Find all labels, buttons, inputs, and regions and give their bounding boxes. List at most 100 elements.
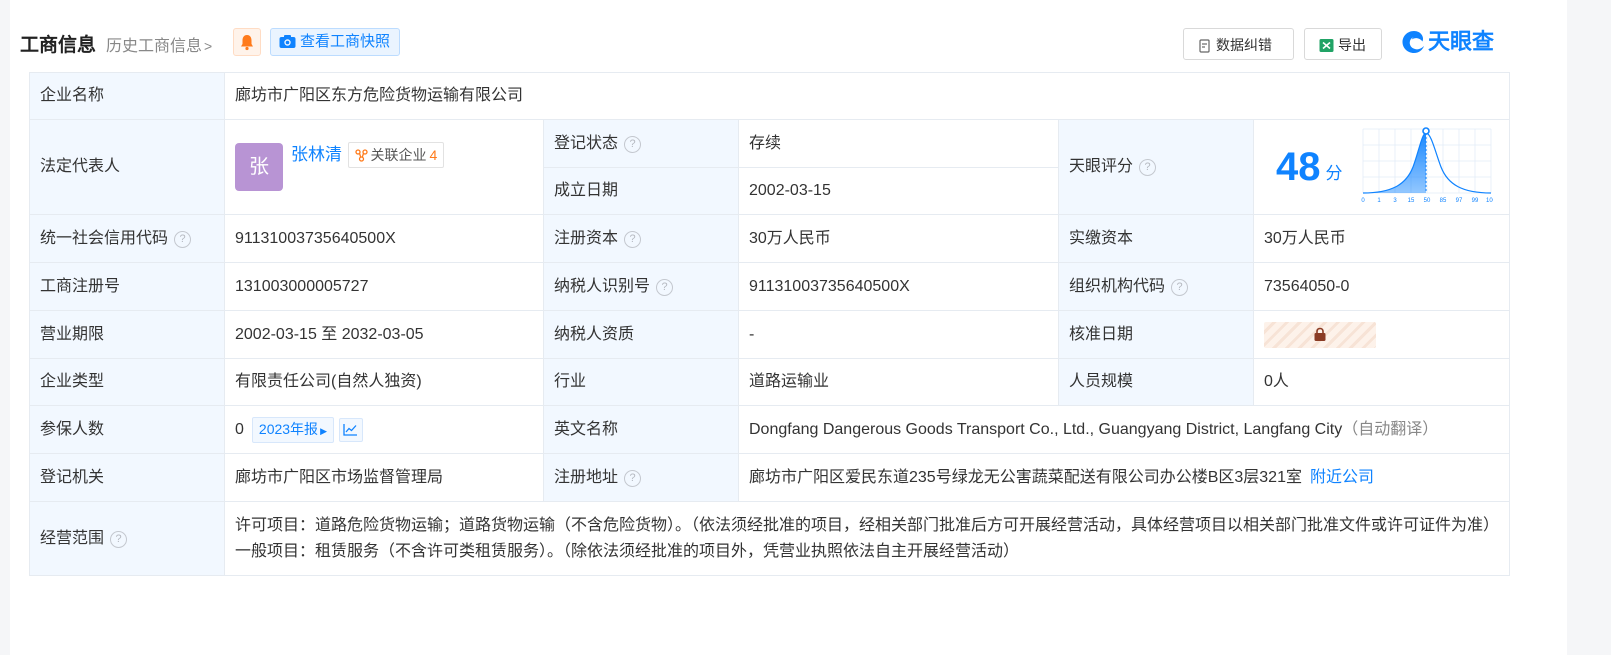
trend-chart-icon (343, 423, 358, 436)
question-circle-icon[interactable]: ? (174, 230, 192, 248)
question-circle-icon[interactable]: ? (1171, 278, 1189, 296)
score-tick-label: 85 (1440, 198, 1447, 204)
export-button[interactable]: 导出 (1304, 28, 1382, 60)
lock-icon (1314, 327, 1326, 341)
table-row: 企业类型 有限责任公司(自然人独资) 行业 道路运输业 人员规模 0人 (29, 358, 1511, 406)
reg-status-label: 登记状态? (543, 119, 739, 168)
auto-translate-note: （自动翻译） (1342, 420, 1439, 438)
question-circle-icon[interactable]: ? (1139, 159, 1157, 176)
score-fill-area (1362, 133, 1426, 193)
score-cell[interactable]: 48 分 0 1 3 15 50 85 97 99 10 (1252, 119, 1511, 215)
est-date-label: 成立日期 (543, 167, 739, 215)
insured-cell: 0 2023年报 ▶ (224, 405, 544, 454)
related-companies-tag[interactable]: 关联企业 4 (348, 142, 445, 168)
history-link[interactable]: 历史工商信息 > (106, 32, 212, 56)
trend-chart-button[interactable] (338, 417, 363, 442)
insured-value: 0 (235, 420, 244, 438)
address-value: 廊坊市广阳区爱民东道235号绿龙无公害蔬菜配送有限公司办公楼B区3层321室 (749, 468, 1302, 486)
industry-label: 行业 (543, 358, 739, 406)
score-tick-label: 99 (1472, 198, 1479, 204)
address-label: 注册地址? (543, 453, 739, 502)
taxpayer-id-value: 91131003735640500X (738, 262, 1059, 311)
score-distribution-chart: 0 1 3 15 50 85 97 99 100 (1361, 127, 1497, 204)
table-row: 营业期限 2002-03-15 至 2032-03-05 纳税人资质 - 核准日… (29, 310, 1511, 359)
section-header: 工商信息 历史工商信息 > 查看工商快照 数据纠错 导出 天眼查 (20, 26, 1550, 60)
score-tick-label: 100 (1486, 198, 1493, 204)
org-code-label: 组织机构代码? (1058, 262, 1254, 311)
table-row: 统一社会信用代码? 91131003735640500X 注册资本? 30万人民… (29, 214, 1511, 263)
eye-logo-icon (1402, 31, 1424, 53)
export-label: 导出 (1338, 37, 1366, 53)
caret-right-icon: ▶ (320, 425, 327, 436)
score-label: 天眼评分? (1058, 119, 1254, 215)
legal-rep-label: 法定代表人 (29, 119, 225, 215)
legal-rep-name-link[interactable]: 张林清 (291, 145, 342, 164)
paid-capital-value: 30万人民币 (1252, 214, 1511, 263)
table-row: 登记机关 廊坊市广阳区市场监督管理局 注册地址? 廊坊市广阳区爱民东道235号绿… (29, 453, 1511, 502)
reg-no-value: 131003000005727 (224, 262, 544, 311)
score-tick-label: 1 (1377, 198, 1381, 204)
type-label: 企业类型 (29, 358, 225, 406)
question-circle-icon[interactable]: ? (624, 135, 642, 153)
year-report-button[interactable]: 2023年报 ▶ (251, 416, 334, 443)
approve-date-value[interactable] (1252, 310, 1511, 359)
question-circle-icon[interactable]: ? (624, 230, 642, 248)
avatar[interactable]: 张 (235, 143, 283, 191)
industry-value: 道路运输业 (738, 358, 1059, 406)
reg-status-value: 存续 (738, 119, 1059, 168)
table-row: 法定代表人 张张林清 关联企业 4 登记状态? 存续 天眼评分? 48 分 0 … (29, 119, 1511, 215)
data-correction-label: 数据纠错 (1216, 37, 1272, 53)
est-date-value: 2002-03-15 (738, 167, 1059, 215)
snapshot-button[interactable]: 查看工商快照 (270, 28, 401, 56)
section-title: 工商信息 (20, 35, 97, 56)
table-row: 工商注册号 131003000005727 纳税人识别号? 9113100373… (29, 262, 1511, 311)
table-row: 企业名称 廊坊市广阳区东方危险货物运输有限公司 (29, 72, 1511, 120)
score-tick-label: 0 (1361, 198, 1365, 204)
address-cell: 廊坊市广阳区爱民东道235号绿龙无公害蔬菜配送有限公司办公楼B区3层321室 附近… (737, 453, 1511, 502)
approve-date-label: 核准日期 (1058, 310, 1254, 359)
credit-code-value: 91131003735640500X (224, 214, 544, 263)
score-marker (1422, 127, 1430, 135)
staff-value: 0人 (1252, 358, 1511, 406)
reg-capital-value: 30万人民币 (738, 214, 1059, 263)
document-edit-icon (1199, 39, 1210, 53)
locked-content[interactable] (1264, 321, 1376, 348)
scope-value: 许可项目：道路危险货物运输；道路货物运输（不含危险货物）。（依法须经批准的项目，… (223, 501, 1511, 576)
authority-value: 廊坊市广阳区市场监督管理局 (224, 453, 544, 502)
question-circle-icon[interactable]: ? (110, 530, 128, 548)
subscribe-button[interactable] (233, 28, 261, 56)
tianyancha-logo: 天眼查 (1400, 28, 1494, 58)
question-circle-icon[interactable]: ? (656, 278, 674, 296)
tax-qual-value: - (738, 310, 1059, 359)
excel-icon (1319, 39, 1334, 52)
term-value: 2002-03-15 至 2032-03-05 (224, 310, 544, 359)
business-info-table: 企业名称 廊坊市广阳区东方危险货物运输有限公司 法定代表人 张张林清 关联企业 4… (29, 72, 1511, 576)
score-chart-grid (1362, 128, 1492, 194)
score-tick-label: 50 (1424, 198, 1431, 204)
page-margin (1567, 0, 1611, 655)
question-circle-icon[interactable]: ? (624, 469, 642, 487)
data-correction-button[interactable]: 数据纠错 (1183, 28, 1294, 60)
paid-capital-label: 实缴资本 (1058, 214, 1254, 263)
nearby-companies-link[interactable]: 附近公司 (1310, 469, 1374, 486)
snapshot-label: 查看工商快照 (300, 33, 391, 50)
chevron-right-icon: > (204, 38, 213, 54)
bell-icon (241, 35, 253, 51)
term-label: 营业期限 (29, 310, 225, 359)
legal-rep-cell: 张张林清 关联企业 4 (224, 119, 544, 215)
insured-label: 参保人数 (29, 405, 225, 454)
network-icon (355, 149, 369, 162)
en-name-label: 英文名称 (543, 405, 739, 454)
score-tick-label: 15 (1408, 198, 1415, 204)
en-name-cell: Dongfang Dangerous Goods Transport Co., … (737, 405, 1511, 454)
table-row: 参保人数 0 2023年报 ▶ 英文名称 Dongfang Dangerous Go… (29, 405, 1511, 454)
en-name-value: Dongfang Dangerous Goods Transport Co., … (749, 420, 1343, 438)
taxpayer-id-label: 纳税人识别号? (543, 262, 739, 311)
type-value: 有限责任公司(自然人独资) (224, 358, 544, 406)
tax-qual-label: 纳税人资质 (543, 310, 739, 359)
reg-no-label: 工商注册号 (29, 262, 225, 311)
camera-icon (279, 35, 296, 48)
authority-label: 登记机关 (29, 453, 225, 502)
score-value: 48 (1276, 145, 1321, 189)
org-code-value: 73564050-0 (1252, 262, 1511, 311)
